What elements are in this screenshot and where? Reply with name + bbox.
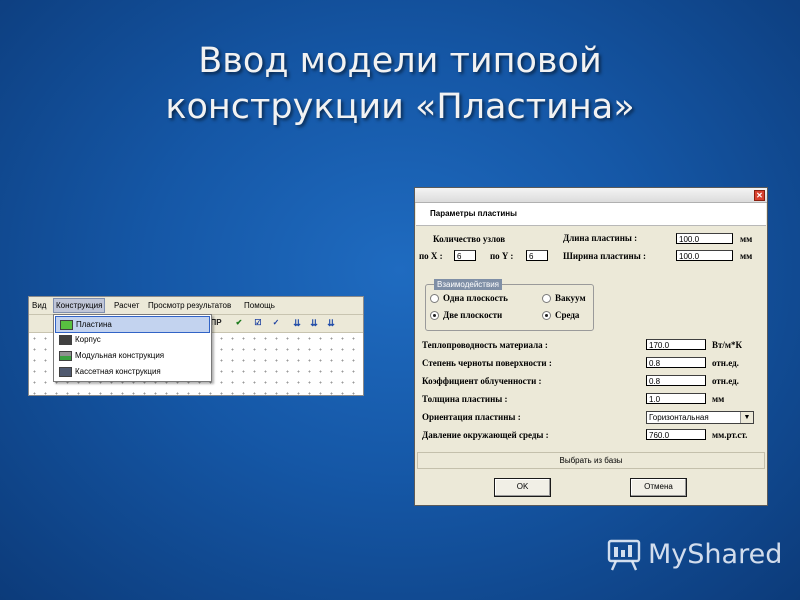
export-icon[interactable]: ⇊ [308,317,320,329]
choose-from-db-button[interactable]: Выбрать из базы [417,452,765,469]
chevron-down-icon[interactable]: ▼ [740,412,753,423]
radio-medium[interactable] [542,311,551,320]
watermark: MyShared [606,536,786,576]
app-screenshot: Вид Конструкция Расчет Просмотр результа… [28,296,364,396]
menu-item-label: Кассетная конструкция [75,367,161,376]
check-icon[interactable]: ✔ [233,317,245,329]
slide-title-line2: конструкции «Пластина» [165,87,635,127]
menu-item-label: Корпус [75,335,101,344]
dialog-title: Параметры пластины [430,209,517,218]
emissivity-input[interactable]: 0.8 [646,357,706,368]
pressure-unit: мм.рт.ст. [712,430,748,440]
menu-calculation[interactable]: Расчет [114,301,139,310]
width-input[interactable]: 100.0 [676,250,733,261]
nodes-y-label: по Y : [490,251,514,261]
plate-params-dialog: ✕ Параметры пластины Количество узлов по… [414,187,768,506]
verify-list-icon[interactable]: ✓ [269,317,283,329]
presentation-board-icon [607,539,641,571]
orientation-label: Ориентация пластины : [422,412,521,422]
radio-one-plane-label: Одна плоскость [443,293,508,303]
nodes-y-input[interactable]: 6 [526,250,548,261]
cancel-button[interactable]: Отмена [630,478,687,497]
cassette-icon [59,367,72,377]
irradiation-unit: отн.ед. [712,376,739,386]
conductivity-unit: Вт/м*К [712,340,743,350]
length-label: Длина пластины : [563,233,638,243]
interaction-group: Взаимодействия Одна плоскость Две плоско… [425,279,594,331]
conductivity-input[interactable]: 170.0 [646,339,706,350]
case-icon [59,335,72,345]
construction-menu: Пластина Корпус Модульная конструкция Ка… [53,314,212,382]
menu-results[interactable]: Просмотр результатов [148,301,231,310]
plate-icon [60,320,73,330]
radio-vacuum-label: Вакуум [555,293,586,303]
export-icon[interactable]: ⇊ [291,317,303,329]
menu-bar: Вид Конструкция Расчет Просмотр результа… [29,297,363,315]
menu-construction[interactable]: Конструкция [53,298,106,313]
nodes-label: Количество узлов [433,234,506,244]
length-input[interactable]: 100.0 [676,233,733,244]
pressure-label: Давление окружающей среды : [422,430,549,440]
emissivity-unit: отн.ед. [712,358,739,368]
menu-view[interactable]: Вид [32,301,46,310]
slide-title-line1: Ввод модели типовой [198,41,602,81]
radio-one-plane[interactable] [430,294,439,303]
menu-item-case[interactable]: Корпус [55,332,208,347]
radio-medium-label: Среда [555,310,580,320]
dialog-titlebar: ✕ [415,188,767,203]
conductivity-label: Теплопроводность материала : [422,340,548,350]
ok-button[interactable]: OK [494,478,551,497]
orientation-select[interactable]: Горизонтальная ▼ [646,411,754,424]
watermark-text: MyShared [648,539,783,570]
thickness-label: Толщина пластины : [422,394,508,404]
menu-item-label: Пластина [76,320,112,329]
emissivity-label: Степень черноты поверхности : [422,358,552,368]
menu-help[interactable]: Помощь [244,301,275,310]
nodes-x-label: по X : [419,251,443,261]
module-icon [59,351,72,361]
orientation-value: Горизонтальная [649,413,709,422]
interaction-group-title: Взаимодействия [434,279,502,290]
irradiation-input[interactable]: 0.8 [646,375,706,386]
menu-item-cassette[interactable]: Кассетная конструкция [55,364,208,379]
radio-vacuum[interactable] [542,294,551,303]
menu-item-plate[interactable]: Пластина [55,316,210,333]
thickness-input[interactable]: 1.0 [646,393,706,404]
width-unit: мм [740,251,753,261]
close-icon[interactable]: ✕ [754,190,765,201]
pressure-input[interactable]: 760.0 [646,429,706,440]
irradiation-label: Коэффициент облученности : [422,376,542,386]
verify-icon[interactable]: ☑ [251,317,265,329]
dialog-header: Параметры пластины [416,203,766,226]
width-label: Ширина пластины : [563,251,646,261]
radio-two-planes-label: Две плоскости [443,310,503,320]
nodes-x-input[interactable]: 6 [454,250,476,261]
menu-item-label: Модульная конструкция [75,351,165,360]
thickness-unit: мм [712,394,725,404]
slide-title: Ввод модели типовой конструкции «Пластин… [0,38,800,130]
radio-two-planes[interactable] [430,311,439,320]
menu-item-module[interactable]: Модульная конструкция [55,348,208,363]
export-icon[interactable]: ⇊ [325,317,337,329]
length-unit: мм [740,234,753,244]
